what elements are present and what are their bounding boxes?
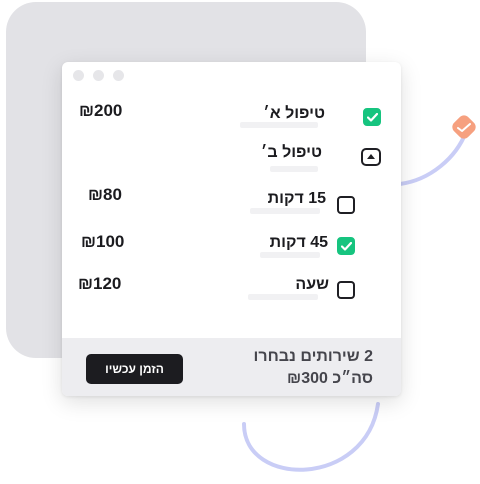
placeholder-bar	[260, 252, 320, 258]
selected-count: 2 שירותים נבחרו	[253, 348, 373, 365]
window-dot	[113, 70, 124, 81]
book-now-button[interactable]: הזמן עכשיו	[86, 354, 183, 384]
option-label: 15 דקות	[267, 190, 326, 207]
placeholder-bar	[270, 166, 318, 172]
total-price: סה״כ ₪300	[287, 370, 373, 387]
collapse-toggle-icon[interactable]	[361, 148, 381, 166]
service-price: ₪200	[79, 101, 123, 120]
service-selection-window: ₪200 טיפול א׳ טיפול ב׳ ₪80 15 דקות ₪100 …	[62, 62, 401, 396]
placeholder-bar	[250, 208, 320, 214]
service-label: טיפול א׳	[263, 105, 325, 122]
option-price: ₪120	[78, 274, 122, 293]
option-checkbox[interactable]	[337, 196, 355, 214]
option-label: 45 דקות	[269, 234, 328, 251]
placeholder-bar	[240, 122, 318, 128]
check-icon	[341, 242, 352, 251]
placeholder-bar	[248, 294, 318, 300]
window-dot	[93, 70, 104, 81]
option-price: ₪100	[81, 232, 125, 251]
checkout-footer: 2 שירותים נבחרו סה״כ ₪300 הזמן עכשיו	[62, 338, 401, 396]
decorative-curve-right	[398, 130, 468, 186]
option-checkbox[interactable]	[337, 281, 355, 299]
group-label: טיפול ב׳	[260, 144, 322, 161]
option-label: שעה	[295, 276, 329, 293]
service-checkbox[interactable]	[363, 108, 381, 126]
option-price: ₪80	[88, 185, 122, 204]
decorative-curve-bottom	[242, 402, 380, 472]
check-icon	[367, 113, 378, 122]
window-dot	[73, 70, 84, 81]
option-checkbox[interactable]	[337, 237, 355, 255]
